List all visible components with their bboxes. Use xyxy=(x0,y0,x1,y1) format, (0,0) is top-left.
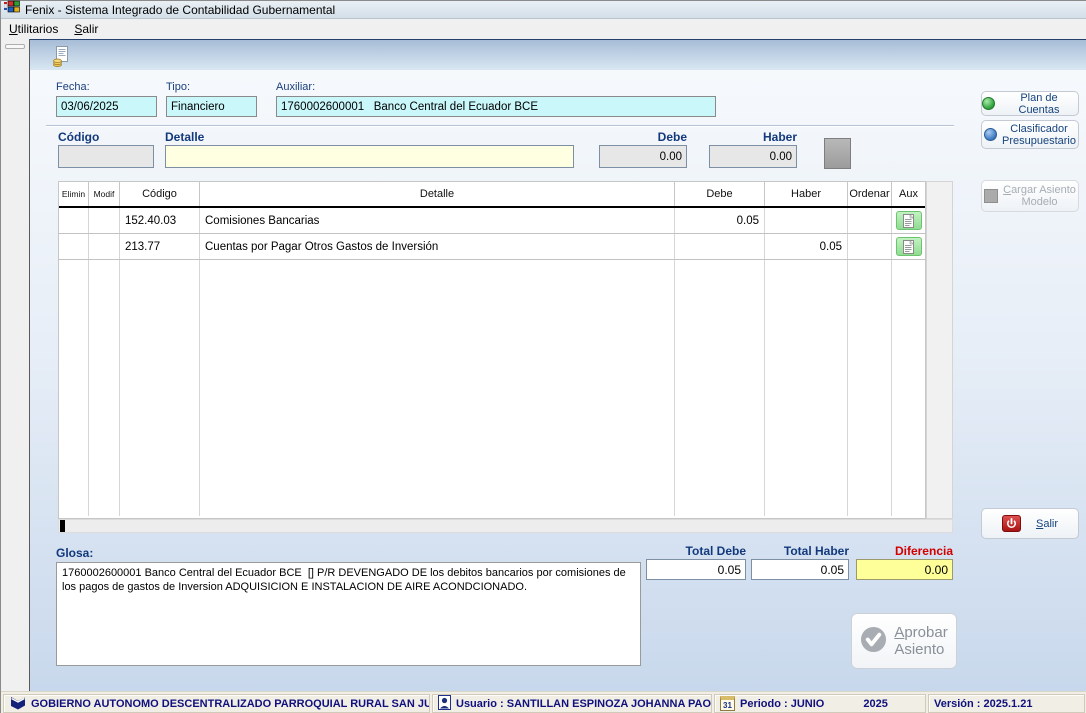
status-period: 31 Periodo : JUNIO 2025 xyxy=(714,694,926,713)
fecha-label: Fecha: xyxy=(56,81,90,93)
glosa-label: Glosa: xyxy=(56,546,93,560)
total-haber-label: Total Haber xyxy=(751,544,849,558)
blue-sphere-icon xyxy=(984,128,997,141)
plan-de-cuentas-label: Plan de Cuentas xyxy=(1000,92,1078,116)
total-debe-label: Total Debe xyxy=(646,544,746,558)
grid-vertical-scrollbar[interactable] xyxy=(926,181,953,519)
panel-grip[interactable] xyxy=(5,44,25,49)
entries-grid: Elimin Modif Código Detalle Debe Haber O… xyxy=(58,181,926,519)
codigo-label: Código xyxy=(58,130,99,144)
debe-input[interactable] xyxy=(599,145,687,168)
status-bar: GOBIERNO AUTONOMO DESCENTRALIZADO PARROQ… xyxy=(1,691,1086,713)
plan-de-cuentas-button[interactable]: Plan de Cuentas xyxy=(981,91,1079,116)
add-line-button[interactable] xyxy=(824,138,851,169)
title-bar: Fenix - Sistema Integrado de Contabilida… xyxy=(1,1,1086,19)
cell-elimin xyxy=(59,234,89,259)
journal-entry-icon[interactable] xyxy=(47,44,75,69)
left-panel-strip xyxy=(1,39,30,691)
tipo-label: Tipo: xyxy=(166,81,190,93)
salir-label: Salir xyxy=(1036,518,1058,530)
glosa-textarea[interactable]: 1760002600001 Banco Central del Ecuador … xyxy=(56,562,641,666)
col-header-modif: Modif xyxy=(89,182,120,206)
col-header-aux: Aux xyxy=(892,182,925,206)
menu-utilitarios[interactable]: Utilitarios xyxy=(1,20,66,38)
check-icon xyxy=(860,626,887,656)
grid-row[interactable]: 213.77 Cuentas por Pagar Otros Gastos de… xyxy=(59,234,925,260)
clasificador-label: Clasificador Presupuestario xyxy=(1002,123,1076,147)
tipo-input[interactable] xyxy=(166,96,257,117)
menu-salir[interactable]: Salir xyxy=(66,20,106,38)
power-icon xyxy=(1002,515,1021,532)
diferencia-label: Diferencia xyxy=(856,544,953,558)
aux-detail-button[interactable] xyxy=(896,237,922,256)
period-text: Periodo : JUNIO xyxy=(740,698,824,710)
aux-detail-button[interactable] xyxy=(896,211,922,230)
col-header-codigo: Código xyxy=(120,182,200,206)
cell-detalle: Cuentas por Pagar Otros Gastos de Invers… xyxy=(200,234,675,259)
detalle-input[interactable] xyxy=(165,145,574,168)
aprobar-label: Aprobar Asiento xyxy=(894,624,947,658)
period-year: 2025 xyxy=(863,698,887,710)
col-header-elimin: Elimin xyxy=(59,182,89,206)
cell-aux xyxy=(892,234,925,259)
col-header-debe: Debe xyxy=(675,182,765,206)
version-text: Versión : 2025.1.21 xyxy=(934,698,1032,710)
cell-ordenar xyxy=(848,234,892,259)
aprobar-asiento-button[interactable]: Aprobar Asiento xyxy=(851,613,957,669)
status-user: Usuario : SANTILLAN ESPINOZA JOHANNA PAO… xyxy=(432,694,712,713)
cell-ordenar xyxy=(848,208,892,233)
user-text: Usuario : SANTILLAN ESPINOZA JOHANNA PAO… xyxy=(456,698,712,710)
cargar-label: Cargar Asiento Modelo xyxy=(1003,184,1076,208)
entity-text: GOBIERNO AUTONOMO DESCENTRALIZADO PARROQ… xyxy=(31,698,430,710)
cell-debe xyxy=(675,234,765,259)
fecha-input[interactable] xyxy=(56,96,157,117)
grid-header-row: Elimin Modif Código Detalle Debe Haber O… xyxy=(59,182,925,208)
debe-label: Debe xyxy=(599,130,687,144)
cell-debe: 0.05 xyxy=(675,208,765,233)
codigo-input[interactable] xyxy=(58,145,154,168)
haber-label: Haber xyxy=(709,130,797,144)
grid-empty-area xyxy=(59,260,925,516)
cargar-asiento-modelo-button[interactable]: Cargar Asiento Modelo xyxy=(981,180,1079,212)
status-entity: GOBIERNO AUTONOMO DESCENTRALIZADO PARROQ… xyxy=(3,694,430,713)
haber-input[interactable] xyxy=(709,145,797,168)
grid-row[interactable]: 152.40.03 Comisiones Bancarias 0.05 xyxy=(59,208,925,234)
auxiliar-input[interactable] xyxy=(276,96,716,117)
diferencia-field xyxy=(856,559,953,580)
detalle-label: Detalle xyxy=(165,130,204,144)
user-icon xyxy=(438,695,451,713)
cell-codigo: 152.40.03 xyxy=(120,208,200,233)
calendar-icon: 31 xyxy=(720,696,735,711)
app-window: Fenix - Sistema Integrado de Contabilida… xyxy=(0,0,1086,713)
divider xyxy=(46,125,954,127)
col-header-detalle: Detalle xyxy=(200,182,675,206)
status-version: Versión : 2025.1.21 xyxy=(928,694,1085,713)
book-icon xyxy=(9,695,26,713)
cell-modif xyxy=(89,234,120,259)
scroll-thumb[interactable] xyxy=(60,520,65,532)
clasificador-presupuestario-button[interactable]: Clasificador Presupuestario xyxy=(981,120,1079,149)
salir-button[interactable]: Salir xyxy=(981,508,1079,539)
auxiliar-label: Auxiliar: xyxy=(276,81,315,93)
toolbar xyxy=(30,39,1086,70)
entry-form: Fecha: Tipo: Auxiliar: Código Detalle De… xyxy=(30,70,1086,691)
cell-elimin xyxy=(59,208,89,233)
window-title: Fenix - Sistema Integrado de Contabilida… xyxy=(25,3,335,17)
cell-haber xyxy=(765,208,848,233)
col-header-haber: Haber xyxy=(765,182,848,206)
cell-aux xyxy=(892,208,925,233)
app-icon xyxy=(4,0,20,19)
col-header-ordenar: Ordenar xyxy=(848,182,892,206)
grid-horizontal-scrollbar[interactable] xyxy=(58,519,953,533)
green-sphere-icon xyxy=(982,97,995,110)
cell-detalle: Comisiones Bancarias xyxy=(200,208,675,233)
total-debe-field xyxy=(646,559,746,580)
cell-modif xyxy=(89,208,120,233)
menu-bar: Utilitarios Salir xyxy=(1,19,1086,39)
cell-haber: 0.05 xyxy=(765,234,848,259)
total-haber-field xyxy=(751,559,849,580)
gray-square-icon xyxy=(984,189,998,203)
cell-codigo: 213.77 xyxy=(120,234,200,259)
